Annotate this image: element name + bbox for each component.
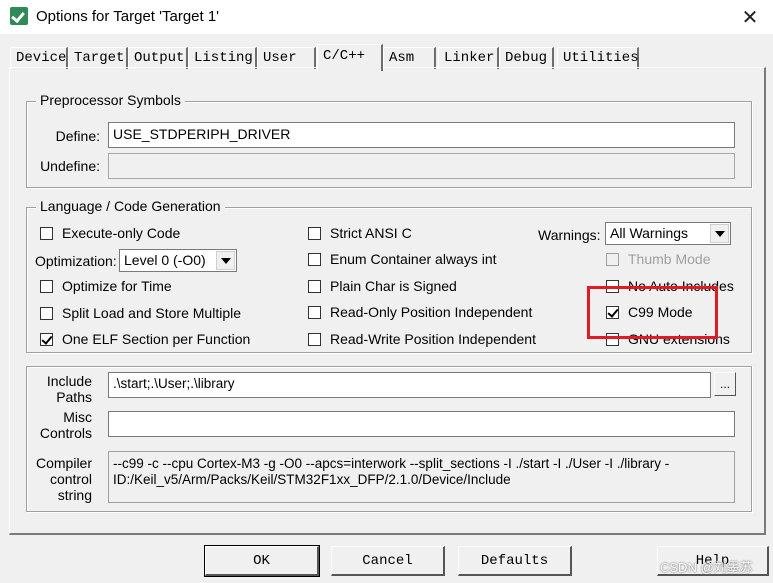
tab-linker[interactable]: Linker — [438, 47, 499, 69]
tab-output[interactable]: Output — [128, 47, 188, 69]
optimize-time-box[interactable] — [40, 279, 53, 293]
tab-listing[interactable]: Listing — [188, 47, 257, 69]
chevron-down-icon[interactable] — [216, 251, 235, 270]
defaults-button[interactable]: Defaults — [458, 546, 572, 576]
execute-only-label: Execute-only Code — [62, 225, 181, 241]
ro-pos-box[interactable] — [308, 305, 321, 319]
ro-pos-checkbox[interactable]: Read-Only Position Independent — [308, 304, 532, 320]
optimization-value: Level 0 (-O0) — [124, 252, 206, 268]
compiler-control-label: Compiler control string — [30, 455, 92, 503]
thumb-mode-checkbox[interactable]: Thumb Mode — [606, 251, 710, 267]
preprocessor-group-title: Preprocessor Symbols — [36, 92, 185, 108]
warnings-label: Warnings: — [538, 227, 601, 243]
execute-only-box[interactable] — [40, 226, 53, 240]
define-input[interactable]: USE_STDPERIPH_DRIVER — [108, 122, 735, 148]
include-paths-input[interactable]: .\start;.\User;.\library — [108, 372, 711, 398]
warnings-value: All Warnings — [610, 225, 689, 241]
language-group-title: Language / Code Generation — [36, 198, 225, 214]
close-icon[interactable]: ✕ — [727, 0, 773, 34]
plain-char-checkbox[interactable]: Plain Char is Signed — [308, 278, 457, 294]
include-paths-label-line1: Include — [46, 373, 92, 389]
tab-target[interactable]: Target — [68, 47, 128, 69]
undefine-label: Undefine: — [40, 158, 100, 174]
split-load-checkbox[interactable]: Split Load and Store Multiple — [40, 305, 241, 321]
tab-asm[interactable]: Asm — [383, 47, 436, 69]
tab-strip: Device Target Output Listing User C/C++ … — [10, 44, 770, 71]
plain-char-box[interactable] — [308, 279, 321, 293]
browse-include-button[interactable]: ... — [714, 372, 736, 396]
rw-pos-box[interactable] — [308, 332, 321, 346]
split-load-label: Split Load and Store Multiple — [62, 305, 241, 321]
compiler-control-label-line2: control — [49, 471, 92, 487]
execute-only-checkbox[interactable]: Execute-only Code — [40, 225, 180, 241]
c99-mode-highlight-box — [587, 286, 718, 339]
strict-ansi-checkbox[interactable]: Strict ANSI C — [308, 225, 412, 241]
tab-device[interactable]: Device — [10, 47, 68, 69]
ro-pos-label: Read-Only Position Independent — [330, 304, 533, 320]
keil-app-icon — [10, 7, 28, 25]
enum-int-checkbox[interactable]: Enum Container always int — [308, 251, 497, 267]
csdn-watermark: CSDN @刘墨苏 — [660, 560, 753, 575]
misc-controls-label-line2: Controls — [39, 425, 92, 441]
title-bar: Options for Target 'Target 1' ✕ — [0, 0, 773, 34]
cancel-button[interactable]: Cancel — [331, 546, 445, 576]
define-label: Define: — [55, 128, 100, 144]
one-elf-box[interactable] — [40, 332, 53, 346]
ok-button[interactable]: OK — [204, 545, 320, 577]
include-paths-label-line2: Paths — [56, 389, 92, 405]
strict-ansi-box[interactable] — [308, 226, 321, 240]
misc-controls-input[interactable] — [108, 411, 735, 437]
include-paths-label: Include Paths — [30, 373, 92, 405]
thumb-mode-box[interactable] — [606, 252, 619, 266]
window-title: Options for Target 'Target 1' — [36, 8, 220, 25]
optimization-label: Optimization: — [35, 253, 117, 269]
undefine-input[interactable] — [108, 153, 735, 179]
enum-int-label: Enum Container always int — [330, 251, 497, 267]
tab-user[interactable]: User — [257, 47, 316, 69]
thumb-mode-label: Thumb Mode — [628, 251, 711, 267]
optimize-time-checkbox[interactable]: Optimize for Time — [40, 278, 172, 294]
strict-ansi-label: Strict ANSI C — [330, 225, 412, 241]
compiler-control-label-line1: Compiler — [35, 455, 92, 471]
compiler-control-label-line3: string — [57, 487, 92, 503]
tab-utilities[interactable]: Utilities — [557, 47, 639, 69]
one-elf-checkbox[interactable]: One ELF Section per Function — [40, 331, 250, 347]
one-elf-label: One ELF Section per Function — [62, 331, 251, 347]
optimization-select[interactable]: Level 0 (-O0) — [119, 249, 237, 272]
misc-controls-label: Misc Controls — [30, 409, 92, 441]
tab-debug[interactable]: Debug — [499, 47, 554, 69]
plain-char-label: Plain Char is Signed — [330, 278, 457, 294]
split-load-box[interactable] — [40, 306, 53, 320]
optimize-time-label: Optimize for Time — [62, 278, 172, 294]
tab-c-cpp[interactable]: C/C++ — [317, 44, 383, 71]
misc-controls-label-line1: Misc — [63, 409, 92, 425]
enum-int-box[interactable] — [308, 252, 321, 266]
warnings-select[interactable]: All Warnings — [605, 222, 731, 245]
rw-pos-checkbox[interactable]: Read-Write Position Independent — [308, 331, 536, 347]
chevron-down-icon[interactable] — [710, 224, 729, 243]
compiler-control-string: --c99 -c --cpu Cortex-M3 -g -O0 --apcs=i… — [108, 451, 735, 503]
rw-pos-label: Read-Write Position Independent — [330, 331, 536, 347]
